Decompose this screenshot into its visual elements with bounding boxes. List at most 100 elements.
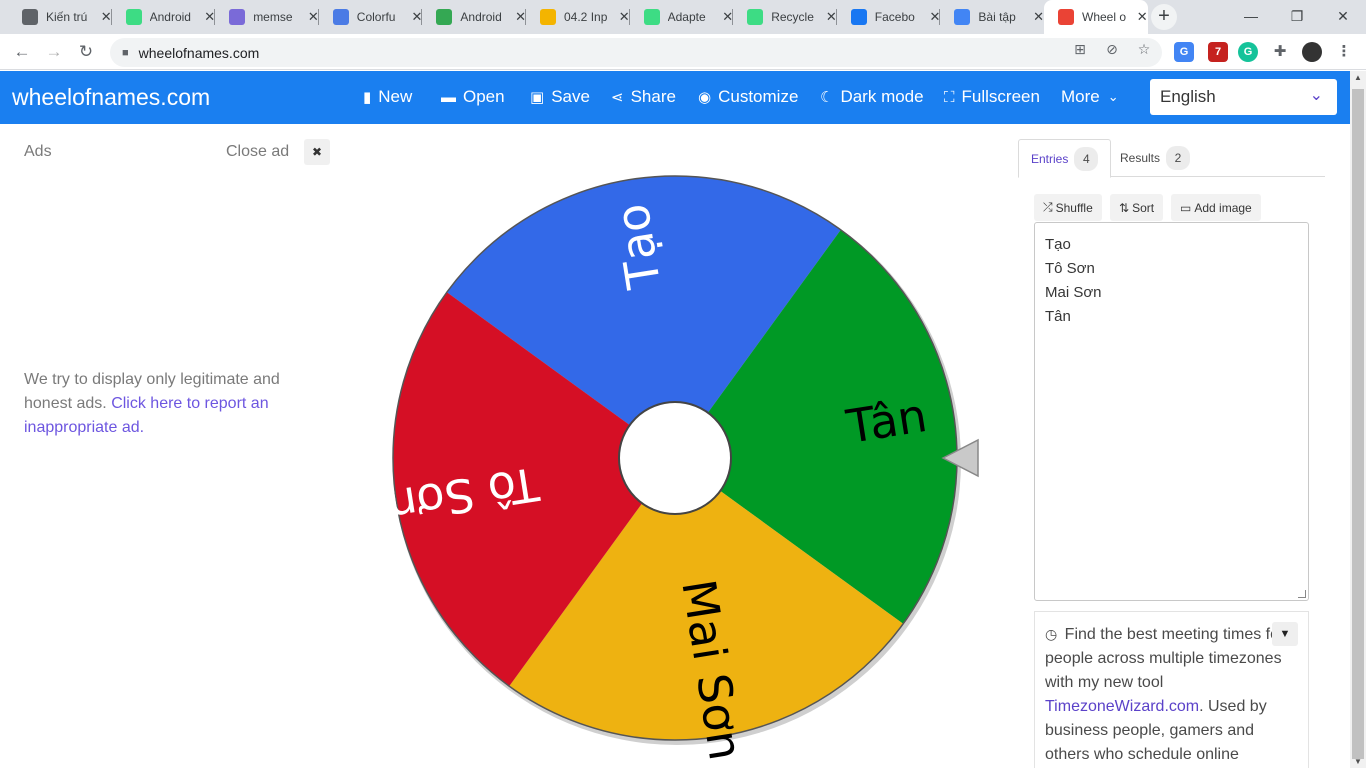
language-select[interactable]: English ⌄ (1150, 79, 1337, 115)
entry-line: Tô Sơn (1045, 260, 1095, 277)
site-logo[interactable]: wheelofnames.com (12, 84, 210, 111)
reload-button[interactable]: ↻ (72, 38, 100, 66)
close-ad-label[interactable]: Close ad (226, 143, 289, 161)
tab-favicon-icon (954, 9, 971, 25)
entry-line: Tạo (1045, 236, 1071, 253)
add-image-button[interactable]: ▭ Add image (1171, 194, 1261, 221)
wheel-of-names[interactable]: TạoTânMai SơnTô Sơn (380, 168, 979, 764)
save-icon: ▣ (530, 89, 545, 106)
tab-favicon-icon (125, 9, 142, 25)
profile-avatar[interactable] (1302, 42, 1322, 62)
chevron-down-icon: ▼ (1279, 628, 1291, 640)
browser-tab[interactable]: Kiến trú ✕ (8, 0, 112, 34)
browser-tab[interactable]: 04.2 Inp ✕ (526, 0, 630, 34)
panel-tabs: Entries 4 Results 2 (1018, 139, 1325, 178)
translate-extension-icon[interactable]: G (1174, 42, 1194, 62)
menu-new-button[interactable]: ▮ New (363, 87, 412, 107)
menu-label: Open (463, 87, 505, 106)
image-icon: ▭ (1180, 200, 1192, 215)
tab-favicon-icon (747, 9, 764, 25)
browser-tab[interactable]: Colorfu ✕ (319, 0, 423, 34)
chrome-menu-icon[interactable]: ⋮ (1334, 42, 1354, 62)
menu-label: Save (551, 87, 590, 106)
shuffle-button[interactable]: ⤮ Shuffle (1034, 194, 1102, 221)
tab-title: Bài tập (978, 10, 1016, 24)
url-text: wheelofnames.com (138, 44, 260, 61)
menu-dark-mode-button[interactable]: ☾ Dark mode (820, 87, 924, 107)
clock-icon: ◷ (1045, 626, 1058, 642)
entry-line: Mai Sơn (1045, 284, 1102, 301)
minimize-button[interactable]: — (1228, 0, 1274, 34)
scroll-down-icon[interactable]: ▼ (1350, 757, 1366, 766)
browser-tab[interactable]: Adapte ✕ (630, 0, 734, 34)
menu-label: Share (630, 87, 676, 106)
close-window-button[interactable]: ✕ (1320, 0, 1366, 34)
browser-tab[interactable]: Android ✕ (112, 0, 216, 34)
browser-tab[interactable]: Recycle ✕ (733, 0, 837, 34)
wheel-center-hub[interactable] (618, 401, 732, 515)
entries-count-badge: 4 (1074, 146, 1099, 171)
tab-close-icon[interactable]: ✕ (1033, 9, 1044, 25)
entry-line: Tân (1045, 308, 1071, 325)
sort-button[interactable]: ⇅ Sort (1110, 194, 1164, 221)
more-label: More (1061, 87, 1100, 106)
tab-title: Adapte (667, 10, 706, 24)
ublock-extension-icon[interactable]: 7 (1208, 42, 1228, 62)
address-bar[interactable]: ■ wheelofnames.com (110, 38, 1162, 67)
shuffle-label: Shuffle (1055, 200, 1093, 215)
tracking-icon[interactable]: ⊘ (1102, 39, 1122, 59)
new-tab-button[interactable]: + (1151, 4, 1177, 30)
tab-favicon-icon (22, 9, 38, 25)
results-count-badge: 2 (1166, 146, 1191, 170)
tab-title: Kiến trú (46, 10, 88, 24)
grammarly-extension-icon[interactable]: G (1238, 42, 1258, 62)
menu-label: Customize (718, 87, 799, 106)
translate-icon[interactable]: ⊞ (1070, 39, 1090, 59)
tab-title: Colorfu (356, 10, 396, 24)
scroll-up-icon[interactable]: ▲ (1350, 73, 1366, 82)
more-menu[interactable]: More ⌄ (1061, 87, 1119, 107)
tab-favicon-icon (540, 9, 556, 25)
menu-customize-button[interactable]: ◉ Customize (698, 87, 798, 107)
browser-tab[interactable]: Android ✕ (422, 0, 526, 34)
close-ad-button[interactable]: ✖ (304, 139, 330, 165)
timezone-wizard-link[interactable]: TimezoneWizard.com (1045, 698, 1199, 715)
chevron-down-icon: ⌄ (1309, 87, 1323, 104)
menu-save-button[interactable]: ▣ Save (530, 87, 590, 107)
tab-entries-label: Entries (1031, 151, 1069, 166)
menu-fullscreen-button[interactable]: ⛶ Fullscreen (944, 87, 1040, 107)
browser-tab[interactable]: Facebo ✕ (837, 0, 941, 34)
file-icon: ▮ (363, 89, 372, 106)
menu-open-button[interactable]: ▬ Open (441, 87, 505, 107)
bookmark-star-icon[interactable]: ☆ (1134, 39, 1154, 59)
restore-button[interactable]: ❐ (1274, 0, 1320, 34)
promo-text: Find the best meeting times for people a… (1045, 626, 1285, 691)
tab-entries[interactable]: Entries 4 (1018, 139, 1112, 178)
browser-tab[interactable]: memse ✕ (215, 0, 319, 34)
entries-textarea[interactable]: Tạo Tô Sơn Mai Sơn Tân (1034, 222, 1309, 601)
scrollbar-thumb[interactable] (1352, 89, 1364, 759)
tab-title: Recycle (771, 10, 814, 24)
tab-title: memse (253, 10, 293, 24)
page-scrollbar[interactable]: ▲ ▼ (1350, 71, 1366, 768)
tab-close-icon[interactable]: ✕ (1137, 9, 1148, 25)
share-icon: ⋖ (611, 89, 624, 106)
forward-button[interactable]: → (40, 38, 68, 66)
browser-tab[interactable]: Wheel o ✕ (1044, 0, 1148, 34)
browser-tab[interactable]: Bài tập ✕ (940, 0, 1044, 34)
tab-favicon-icon (332, 9, 349, 25)
back-button[interactable]: ← (8, 38, 36, 66)
tab-title: Android (149, 10, 191, 24)
tab-results[interactable]: Results 2 (1108, 139, 1202, 177)
promo-collapse-button[interactable]: ▼ (1272, 622, 1298, 646)
language-value: English (1160, 87, 1216, 106)
tab-favicon-icon (850, 9, 867, 25)
tab-favicon-icon (643, 9, 660, 25)
extensions-puzzle-icon[interactable]: ✚ (1270, 42, 1290, 62)
resize-handle[interactable] (1298, 590, 1306, 598)
menu-share-button[interactable]: ⋖ Share (611, 87, 676, 107)
tab-title: Wheel o (1082, 10, 1127, 24)
sort-icon: ⇅ (1119, 200, 1130, 215)
ad-note: We try to display only legitimate and ho… (24, 368, 314, 440)
menu-label: Fullscreen (961, 87, 1040, 106)
